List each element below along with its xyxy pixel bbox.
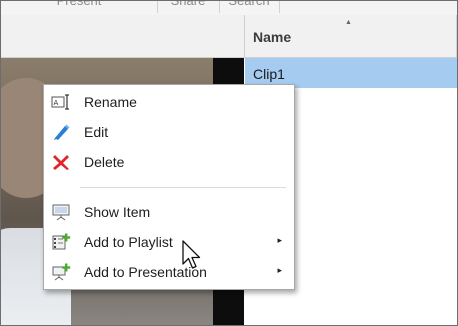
- tab-strip: Present Share Search: [1, 1, 457, 15]
- sort-ascending-icon: ▲: [345, 19, 352, 26]
- app-window: Present Share Search ▲ Name Clip1 A Rena…: [0, 0, 458, 326]
- menu-item-edit[interactable]: Edit: [44, 118, 294, 146]
- tab-share[interactable]: Share: [157, 1, 220, 13]
- rename-icon: A: [51, 93, 71, 111]
- submenu-arrow-icon: ▸: [277, 265, 282, 275]
- column-divider[interactable]: [456, 15, 457, 57]
- menu-item-label: Show Item: [84, 204, 151, 220]
- add-to-presentation-icon: [51, 263, 71, 281]
- menu-item-label: Add to Playlist: [84, 234, 173, 250]
- name-column-header[interactable]: ▲ Name: [245, 15, 457, 58]
- context-menu: A Rename Edit Delete Show Item Add to Pl…: [43, 84, 295, 290]
- column-header-label: Name: [253, 29, 292, 45]
- preview-header: [1, 15, 245, 58]
- menu-item-label: Delete: [84, 154, 125, 170]
- tab-search[interactable]: Search: [219, 1, 280, 13]
- menu-item-label: Rename: [84, 94, 137, 110]
- menu-item-label: Edit: [84, 124, 109, 140]
- menu-item-add-to-presentation[interactable]: Add to Presentation ▸: [44, 258, 294, 286]
- menu-item-rename[interactable]: A Rename: [44, 88, 294, 116]
- menu-item-delete[interactable]: Delete: [44, 148, 294, 176]
- menu-item-add-to-playlist[interactable]: Add to Playlist ▸: [44, 228, 294, 256]
- pencil-icon: [51, 123, 71, 141]
- mouse-pointer-icon: [181, 240, 203, 270]
- tab-present[interactable]: Present: [1, 1, 158, 13]
- menu-item-show-item[interactable]: Show Item: [44, 198, 294, 226]
- add-to-playlist-icon: [51, 233, 71, 251]
- submenu-arrow-icon: ▸: [277, 235, 282, 245]
- delete-x-icon: [51, 153, 71, 171]
- svg-text:A: A: [54, 99, 59, 107]
- menu-separator: [80, 187, 286, 188]
- clip-name: Clip1: [253, 66, 285, 82]
- show-item-icon: [51, 203, 71, 221]
